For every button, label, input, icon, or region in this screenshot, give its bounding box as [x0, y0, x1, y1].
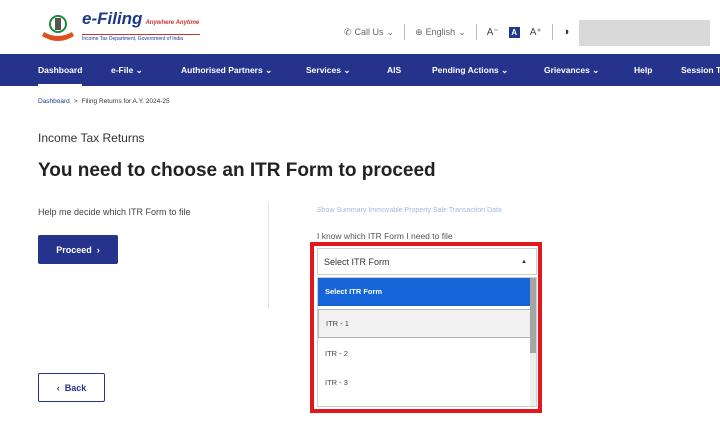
itr-form-dropdown: Select ITR Form ITR - 1 ITR - 2 ITR - 3 — [317, 277, 537, 407]
nav-grievances[interactable]: Grievances ⌄ — [544, 54, 599, 86]
caret-up-icon: ▲ — [521, 259, 527, 265]
proceed-button[interactable]: Proceed › — [38, 235, 118, 264]
nav-ais[interactable]: AIS — [387, 54, 401, 86]
font-decrease-button[interactable]: A⁻ — [487, 27, 499, 38]
logo-title: e-Filing — [82, 9, 143, 28]
know-itr-text: I know which ITR Form I need to file — [317, 231, 453, 241]
chevron-left-icon: ‹ — [56, 382, 60, 393]
nav-dashboard[interactable]: Dashboard — [38, 54, 83, 86]
emblem-icon — [38, 10, 78, 46]
back-label: Back — [64, 382, 87, 393]
logo-subtitle: Income Tax Department, Government of Ind… — [82, 34, 200, 42]
nav-session-time: Session Time — [681, 65, 720, 75]
call-us-label: Call Us — [354, 27, 384, 37]
breadcrumb-separator: > — [73, 98, 78, 105]
nav-services[interactable]: Services ⌄ — [306, 54, 350, 86]
help-text: Help me decide which ITR Form to file — [38, 207, 191, 217]
itr-form-select[interactable]: Select ITR Form ▲ — [317, 248, 537, 275]
section-title: Income Tax Returns — [38, 131, 145, 145]
breadcrumb-current: Filing Returns for A.Y. 2024-25 — [81, 98, 170, 105]
dropdown-scrollbar[interactable] — [530, 278, 536, 406]
option-itr-2[interactable]: ITR - 2 — [318, 340, 532, 368]
chevron-down-icon: ⌄ — [458, 26, 466, 37]
language-dropdown[interactable]: ⊕ English ⌄ — [415, 27, 466, 38]
main-nav: Dashboard e-File ⌄ Authorised Partners ⌄… — [0, 54, 720, 86]
nav-efile[interactable]: e-File ⌄ — [111, 54, 143, 86]
breadcrumb: Dashboard > Filing Returns for A.Y. 2024… — [38, 98, 170, 105]
header: e-Filing Anywhere Anytime Income Tax Dep… — [0, 0, 720, 54]
select-value: Select ITR Form — [324, 257, 390, 267]
summary-link[interactable]: Show Summary Immovable Property Sale Tra… — [317, 207, 502, 214]
font-default-button[interactable]: A — [508, 26, 520, 38]
logo-tagline: Anywhere Anytime — [145, 20, 200, 26]
back-button[interactable]: ‹ Back — [38, 373, 105, 402]
breadcrumb-dashboard[interactable]: Dashboard — [38, 98, 70, 105]
chevron-down-icon: ⌄ — [386, 26, 395, 37]
proceed-label: Proceed — [56, 244, 92, 255]
contrast-icon[interactable]: ◑ — [563, 26, 570, 38]
globe-icon: ⊕ — [415, 26, 423, 37]
scrollbar-thumb[interactable] — [530, 278, 536, 353]
nav-authorised-partners[interactable]: Authorised Partners ⌄ — [181, 54, 272, 86]
option-itr-3[interactable]: ITR - 3 — [318, 369, 532, 397]
font-increase-button[interactable]: A⁺ — [530, 27, 542, 38]
phone-icon: ✆ — [344, 26, 352, 37]
nav-help[interactable]: Help — [634, 54, 652, 86]
user-profile-area[interactable] — [579, 20, 710, 46]
option-select-itr-form[interactable]: Select ITR Form — [318, 278, 532, 306]
call-us-dropdown[interactable]: ✆ Call Us ⌄ — [344, 27, 394, 38]
divider — [268, 203, 269, 308]
page-title: You need to choose an ITR Form to procee… — [38, 160, 436, 181]
efiling-logo[interactable]: e-Filing Anywhere Anytime Income Tax Dep… — [38, 10, 200, 46]
option-itr-1[interactable]: ITR - 1 — [318, 309, 532, 338]
chevron-right-icon: › — [96, 244, 100, 255]
nav-pending-actions[interactable]: Pending Actions ⌄ — [432, 54, 508, 86]
language-label: English — [425, 27, 456, 37]
